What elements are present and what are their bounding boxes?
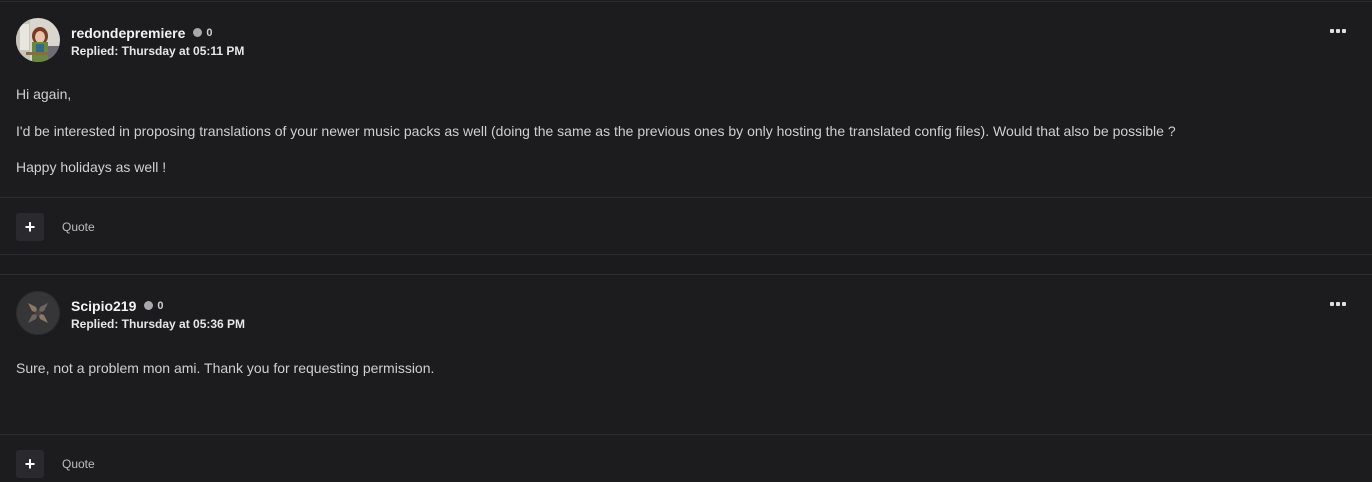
post-menu-ellipsis-icon[interactable] [1330,26,1346,36]
reply-timestamp: Replied: Thursday at 05:11 PM [71,43,245,58]
status-dot-icon [144,301,154,310]
quote-button[interactable]: Quote [62,457,95,471]
post-meta: redondepremiere 0 Replied: Thursday at 0… [71,23,244,58]
footer-divider [0,434,1372,435]
post-menu-ellipsis-icon[interactable] [1330,299,1346,309]
avatar-image [16,291,60,335]
name-row: Scipio219 0 [71,296,245,316]
name-row: redondepremiere 0 [71,23,244,43]
footer-divider [0,197,1372,198]
status-dot-icon [193,28,203,37]
reputation-count: 0 [206,26,213,39]
post-scipio219: Scipio219 0 Replied: Thursday at 05:36 P… [0,274,1372,482]
quote-button[interactable]: Quote [62,220,95,234]
post-redondepremiere: redondepremiere 0 Replied: Thursday at 0… [0,1,1372,255]
post-actions: + Quote [16,213,95,241]
reply-timestamp: Replied: Thursday at 05:36 PM [71,316,246,331]
post-content: Sure, not a problem mon ami. Thank you f… [16,359,1356,377]
add-reaction-button[interactable]: + [16,450,44,478]
add-reaction-button[interactable]: + [16,213,44,241]
post-actions: + Quote [16,450,95,478]
post-paragraph: I'd be interested in proposing translati… [16,123,1176,139]
post-paragraph: Happy holidays as well ! [16,159,167,175]
avatar[interactable] [16,291,60,335]
avatar-image [16,18,60,62]
username[interactable]: Scipio219 [71,298,136,314]
post-paragraph: Sure, not a problem mon ami. Thank you f… [16,360,435,376]
post-content: Hi again, I'd be interested in proposing… [16,85,1356,176]
post-header: Scipio219 0 Replied: Thursday at 05:36 P… [16,291,245,335]
reputation-count: 0 [157,299,164,312]
forum-thread: redondepremiere 0 Replied: Thursday at 0… [0,0,1372,482]
avatar[interactable] [16,18,60,62]
post-meta: Scipio219 0 Replied: Thursday at 05:36 P… [71,296,245,331]
post-paragraph: Hi again, [16,86,72,102]
username[interactable]: redondepremiere [71,25,185,41]
post-header: redondepremiere 0 Replied: Thursday at 0… [16,18,244,62]
